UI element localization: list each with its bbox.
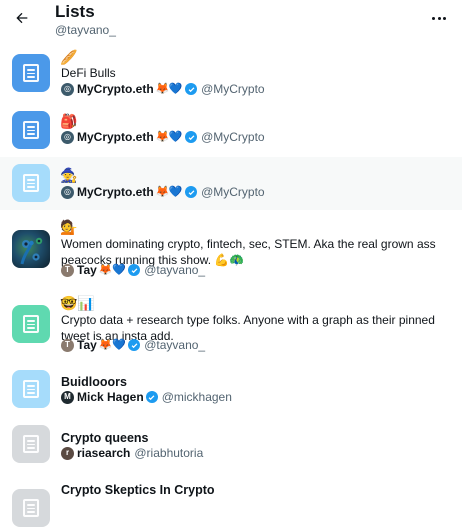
owner-handle: @mickhagen	[161, 390, 232, 404]
list-thumbnail	[12, 54, 50, 92]
owner-name: MyCrypto.eth	[77, 130, 154, 144]
back-arrow-icon	[16, 12, 28, 24]
verified-icon	[185, 186, 198, 198]
list-thumbnail	[12, 305, 50, 343]
list-name: Crypto queens	[61, 431, 149, 445]
more-icon	[432, 16, 436, 20]
owner-avatar: ◎	[61, 130, 74, 144]
list-icon	[23, 315, 39, 333]
list-name: Buidlooors	[61, 375, 127, 389]
list-emoji: 💁	[60, 219, 78, 235]
verified-icon	[128, 339, 141, 351]
list-thumbnail	[12, 370, 50, 408]
owner-name: Tay	[77, 338, 97, 352]
owner-handle: @riabhutoria	[134, 446, 204, 460]
list-thumbnail	[12, 425, 50, 463]
list-name: DeFi Bulls	[61, 66, 116, 80]
list-owner: ◎ MyCrypto.eth 🦊💙 @MyCrypto	[61, 184, 265, 200]
more-options-button[interactable]	[428, 8, 450, 28]
owner-avatar: T	[61, 263, 74, 277]
owner-name-emoji: 🦊💙	[98, 264, 126, 276]
list-icon	[23, 174, 39, 192]
owner-handle: @tayvano_	[144, 338, 206, 352]
list-emoji: 🥖	[60, 49, 78, 65]
list-item[interactable]: 🎒 ◎ MyCrypto.eth 🦊💙 @MyCrypto	[0, 104, 462, 156]
list-icon	[23, 380, 39, 398]
owner-handle: @MyCrypto	[201, 82, 265, 96]
list-item[interactable]: 💁 Women dominating crypto, fintech, sec,…	[0, 212, 462, 284]
list-item[interactable]: Crypto queens r riasearch @riabhutoria	[0, 420, 462, 468]
list-item[interactable]: Buidlooors M Mick Hagen @mickhagen	[0, 364, 462, 412]
owner-name-emoji: 🦊💙	[155, 186, 183, 198]
more-icon-dot	[442, 16, 446, 20]
page-handle: @tayvano_	[55, 23, 116, 37]
page-header: Lists @tayvano_	[0, 0, 474, 44]
page-title: Lists	[55, 2, 95, 21]
list-icon	[23, 64, 39, 82]
list-thumbnail	[12, 164, 50, 202]
list-name: Crypto Skeptics In Crypto	[61, 483, 215, 497]
owner-handle: @tayvano_	[144, 263, 206, 277]
verified-icon	[145, 391, 158, 403]
list-item[interactable]: Crypto Skeptics In Crypto	[0, 472, 462, 527]
verified-icon	[128, 264, 141, 276]
list-owner: T Tay 🦊💙 @tayvano_	[61, 337, 205, 353]
owner-name: Mick Hagen	[77, 390, 144, 404]
owner-handle: @MyCrypto	[201, 185, 265, 199]
list-emoji: 🎒	[60, 113, 78, 129]
list-item[interactable]: 🧙 ◎ MyCrypto.eth 🦊💙 @MyCrypto	[0, 157, 462, 210]
back-button[interactable]	[8, 4, 36, 32]
owner-name: Tay	[77, 263, 97, 277]
owner-avatar: ◎	[61, 185, 74, 199]
verified-icon	[185, 131, 198, 143]
list-icon	[23, 121, 39, 139]
owner-name-emoji: 🦊💙	[155, 83, 183, 95]
owner-avatar: T	[61, 338, 74, 352]
list-thumbnail	[12, 489, 50, 527]
list-owner: r riasearch @riabhutoria	[61, 445, 203, 461]
list-icon	[23, 435, 39, 453]
owner-name-emoji: 🦊💙	[98, 339, 126, 351]
list-item[interactable]: 🤓📊 Crypto data + research type folks. An…	[0, 290, 462, 362]
list-item[interactable]: 🥖 DeFi Bulls ◎ MyCrypto.eth 🦊💙 @MyCrypto	[0, 44, 462, 102]
peacock-image	[20, 237, 43, 265]
owner-name-emoji: 🦊💙	[155, 131, 183, 143]
list-thumbnail	[12, 111, 50, 149]
owner-avatar: M	[61, 390, 74, 404]
owner-name: MyCrypto.eth	[77, 185, 154, 199]
owner-name: riasearch	[77, 446, 131, 460]
list-owner: M Mick Hagen @mickhagen	[61, 389, 232, 405]
list-owner: T Tay 🦊💙 @tayvano_	[61, 262, 205, 278]
owner-name: MyCrypto.eth	[77, 82, 154, 96]
list-emoji: 🤓📊	[60, 295, 95, 311]
list-owner: ◎ MyCrypto.eth 🦊💙 @MyCrypto	[61, 81, 265, 97]
list-icon	[23, 499, 39, 517]
owner-avatar: ◎	[61, 82, 74, 96]
verified-icon	[185, 83, 198, 95]
owner-handle: @MyCrypto	[201, 130, 265, 144]
more-icon-dot	[437, 16, 441, 20]
list-thumbnail	[12, 230, 50, 268]
list-owner: ◎ MyCrypto.eth 🦊💙 @MyCrypto	[61, 129, 265, 145]
list-emoji: 🧙	[60, 167, 78, 183]
owner-avatar: r	[61, 446, 74, 460]
